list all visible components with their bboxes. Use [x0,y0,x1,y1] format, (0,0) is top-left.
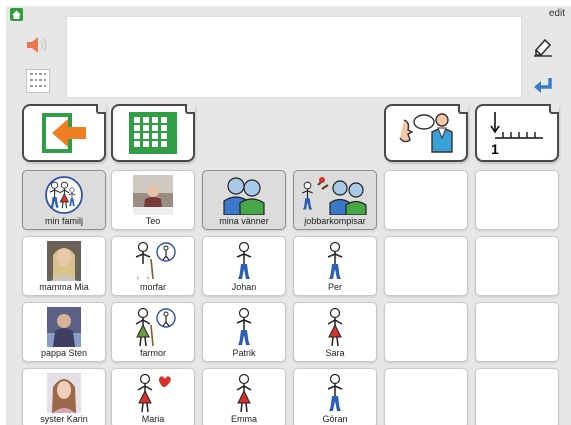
grid-cell-label: Maria [141,414,165,424]
grid-cell-empty-3-4[interactable] [384,368,468,425]
grid-cell-morfar[interactable]: morfar [111,236,195,296]
keyboard-icon[interactable] [26,69,50,93]
woman-heart-icon [112,373,194,413]
man-icon [203,241,285,281]
grid-cell-empty-0-4[interactable] [384,170,468,230]
grid-cell-teo[interactable]: Teo [111,170,195,230]
grid-cell-syster-karin[interactable]: syster Karin [22,368,106,425]
edit-button[interactable]: edit [549,8,565,19]
grid-cell-johan[interactable]: Johan [202,236,286,296]
grid-cell-label: Johan [231,282,257,292]
svg-text:1: 1 [491,141,499,156]
coworkers-icon [294,175,376,215]
grid-cell-min-familj[interactable]: min familj [22,170,106,230]
grid-cell-pappa-sten[interactable]: pappa Sten [22,302,106,362]
grid-icon [129,112,177,154]
grid-cell-label: Teo [145,216,161,226]
grid-cell-label: Göran [322,414,348,424]
number-line-icon: 1 [490,112,543,156]
grid-cell-label: morfar [139,282,166,292]
man-icon [203,307,285,347]
man-icon [294,241,376,281]
woman-icon [294,307,376,347]
grid-cell-jobbarkompisar[interactable]: jobbarkompisar [293,170,377,230]
back-tab-button[interactable] [22,104,106,162]
grid-cell-label: Sara [325,348,345,358]
grid-cell-farmor[interactable]: farmor [111,302,195,362]
grandfather-icon [112,241,194,281]
grid-cell-label: Patrik [232,348,256,358]
number-line-tab-button[interactable]: 1 [475,104,559,162]
grid-cell-label: Per [327,282,342,292]
grid-tab-button[interactable] [111,104,195,162]
grid-cell-per[interactable]: Per [293,236,377,296]
speaker-icon[interactable] [25,34,51,56]
grid-cell-empty-0-5[interactable] [475,170,559,230]
grid-cell-empty-3-5[interactable] [475,368,559,425]
grid-cell-mina-vänner[interactable]: mina vänner [202,170,286,230]
photo-mamma-mia [23,241,105,281]
grid-cell-maria[interactable]: Maria [111,368,195,425]
photo-syster-karin [23,373,105,413]
grid-cell-patrik[interactable]: Patrik [202,302,286,362]
app-window: edit 1 min familj Teo mina vänner jobbar… [6,6,571,425]
grandmother-icon [112,307,194,347]
grid-cell-empty-2-4[interactable] [384,302,468,362]
grid-cell-emma[interactable]: Emma [202,368,286,425]
grid-cell-sara[interactable]: Sara [293,302,377,362]
family-icon [23,175,105,215]
grid-cell-label: pappa Sten [40,348,88,358]
photo-teo [112,175,194,215]
speak-tab-button[interactable] [384,104,468,162]
grid-cell-empty-1-4[interactable] [384,236,468,296]
woman-icon [203,373,285,413]
grid-cell-label: mamma Mia [39,282,89,292]
home-icon[interactable] [10,8,23,21]
grid-cell-label: min familj [44,216,83,226]
grid-cell-label: syster Karin [40,414,88,424]
grid-cell-label: jobbarkompisar [304,216,366,226]
friends-icon [203,175,285,215]
enter-icon[interactable] [532,76,556,96]
grid-cell-mamma-mia[interactable]: mamma Mia [22,236,106,296]
grid-cell-empty-1-5[interactable] [475,236,559,296]
grid-cell-label: mina vänner [219,216,269,226]
grid-cell-label: farmor [139,348,166,358]
eraser-icon[interactable] [532,36,554,58]
grid-cell-label: Emma [230,414,257,424]
grid-cell-göran[interactable]: Göran [293,368,377,425]
grid-cell-empty-2-5[interactable] [475,302,559,362]
talking-person-icon [399,113,453,153]
back-arrow-icon [42,113,86,153]
message-text-area[interactable] [66,16,522,98]
photo-pappa-sten [23,307,105,347]
man-icon [294,373,376,413]
